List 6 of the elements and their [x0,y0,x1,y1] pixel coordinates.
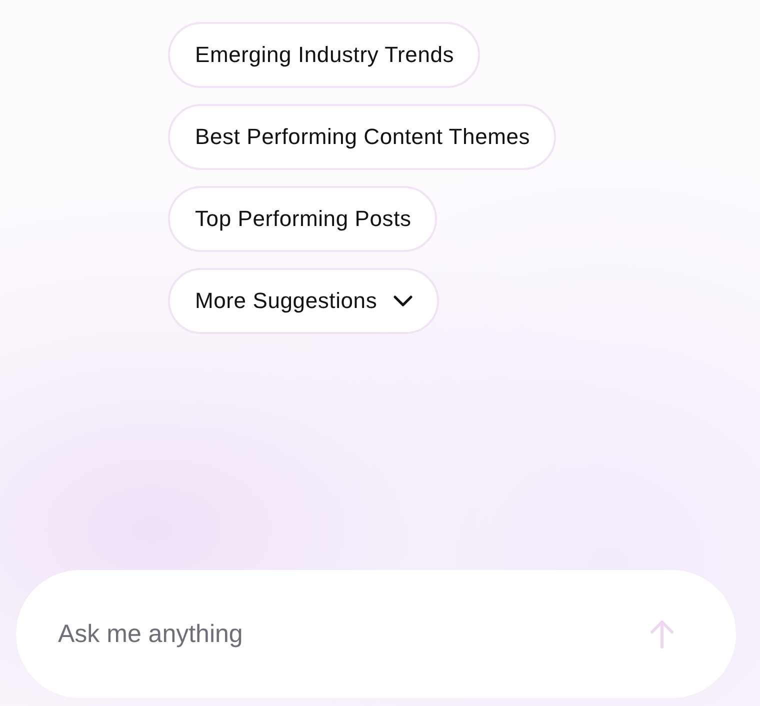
chevron-down-icon [393,295,414,307]
message-input[interactable]: Ask me anything [16,570,736,698]
suggestion-chip[interactable]: Emerging Industry Trends [168,22,480,88]
suggestion-chip[interactable]: Top Performing Posts [168,186,438,252]
more-suggestions-button[interactable]: More Suggestions [168,268,440,334]
suggestion-chip[interactable]: Best Performing Content Themes [168,104,556,170]
